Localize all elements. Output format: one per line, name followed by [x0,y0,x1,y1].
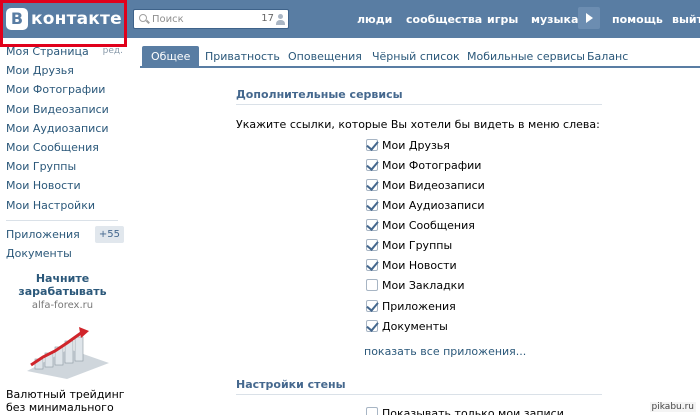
sidebar-item-news[interactable]: Мои Новости [0,176,125,195]
checkbox-label: Мои Аудиозаписи [382,198,485,212]
search-count: 17 [261,13,274,24]
ad-body-line: без минимального [6,401,114,414]
tab-privacy[interactable]: Приватность [205,46,280,68]
checkbox-label: Мои Фотографии [382,158,482,172]
sidebar-item-documents[interactable]: Документы [0,244,125,263]
sidebar-item-messages[interactable]: Мои Сообщения [0,138,125,157]
option-news[interactable]: Мои Новости [366,257,457,273]
nav-communities[interactable]: сообщества [406,13,482,26]
checkbox-checked[interactable] [366,259,378,271]
sidebar-ad[interactable]: Начните зарабатывать alfa-forex.ru Валют… [0,272,125,414]
sidebar-divider [6,219,118,221]
option-apps[interactable]: Приложения [366,298,456,314]
option-documents[interactable]: Документы [366,318,448,334]
sidebar-item-label: Приложения [6,227,80,241]
settings-tabs: Общее Приватность Оповещения Чёрный спис… [140,46,700,68]
search-box[interactable]: 17 [133,9,289,29]
show-all-apps-link[interactable]: показать все приложения... [364,345,526,358]
sidebar-item-settings[interactable]: Мои Настройки [0,196,125,215]
option-videos[interactable]: Мои Видеозаписи [366,177,485,193]
sidebar-edit-link[interactable]: ред. [103,42,123,61]
ad-body-line: Валютный трейдинг [6,388,125,401]
top-header: В контакте 17 люди сообщества игры музык… [0,0,700,38]
checkbox-unchecked[interactable] [366,407,378,415]
sidebar-item-videos[interactable]: Мои Видеозаписи [0,100,125,119]
sidebar-item-photos[interactable]: Мои Фотографии [0,80,125,99]
vk-logo[interactable]: В контакте [6,6,122,32]
sidebar-item-friends[interactable]: Мои Друзья [0,61,125,80]
nav-help[interactable]: помощь [612,13,663,26]
checkbox-label: Мои Сообщения [382,218,475,232]
sidebar-item-my-page[interactable]: Моя Страница ред. [0,42,125,61]
ad-title-line: зарабатывать [18,285,107,298]
checkbox-label: Мои Группы [382,238,453,252]
checkbox-checked[interactable] [366,199,378,211]
option-bookmarks[interactable]: Мои Закладки [366,277,464,293]
play-icon[interactable] [578,7,600,29]
checkbox-checked[interactable] [366,239,378,251]
option-friends[interactable]: Мои Друзья [366,137,450,153]
nav-people[interactable]: люди [357,13,392,26]
sidebar-item-audio[interactable]: Мои Аудиозаписи [0,119,125,138]
ad-title: Начните зарабатывать [0,272,125,298]
tab-notifications[interactable]: Оповещения [288,46,362,68]
checkbox-checked[interactable] [366,139,378,151]
checkbox-checked[interactable] [366,219,378,231]
tab-mobile-services[interactable]: Мобильные сервисы [467,46,585,68]
checkbox-checked[interactable] [366,159,378,171]
tab-blacklist[interactable]: Чёрный список [372,46,460,68]
checkbox-checked[interactable] [366,179,378,191]
option-messages[interactable]: Мои Сообщения [366,217,475,233]
checkbox-label: Мои Друзья [382,138,450,152]
checkbox-label: Документы [382,319,448,333]
logo-text: контакте [31,9,122,29]
ad-domain: alfa-forex.ru [31,300,94,311]
ad-chart-image [26,327,109,379]
search-input[interactable] [152,13,252,25]
checkbox-label: Показывать только мои записи [382,406,564,415]
nav-music[interactable]: музыка [531,13,578,26]
checkbox-checked[interactable] [366,320,378,332]
option-wall-only-mine[interactable]: Показывать только мои записи [366,405,564,415]
sidebar-item-groups[interactable]: Мои Группы [0,157,125,176]
nav-exit[interactable]: выйти [672,13,700,26]
checkbox-label: Мои Закладки [382,278,465,292]
person-icon [276,14,285,25]
checkbox-label: Приложения [382,299,456,313]
section-title-extra-services: Дополнительные сервисы [236,88,403,101]
apps-count-badge[interactable]: +55 [94,225,124,243]
section-divider [236,394,602,395]
section-divider [236,104,602,105]
checkbox-checked[interactable] [366,300,378,312]
logo-badge: В [6,8,28,30]
checkbox-unchecked[interactable] [366,279,378,291]
source-watermark: pikabu.ru [649,402,696,412]
ad-title-line: Начните [35,272,90,285]
checkbox-label: Мои Новости [382,258,457,272]
tab-general[interactable]: Общее [142,46,200,68]
search-icon [136,10,152,28]
ad-body: Валютный трейдинг без минимального [0,388,125,414]
option-photos[interactable]: Мои Фотографии [366,157,481,173]
nav-games[interactable]: игры [487,13,518,26]
left-sidebar: Моя Страница ред. Мои Друзья Мои Фотогра… [0,42,125,263]
sidebar-item-apps[interactable]: Приложения +55 [0,225,125,244]
tab-balance[interactable]: Баланс [587,46,628,68]
checkbox-label: Мои Видеозаписи [382,178,485,192]
menu-hint-text: Укажите ссылки, которые Вы хотели бы вид… [236,118,600,131]
option-groups[interactable]: Мои Группы [366,237,452,253]
section-title-wall-settings: Настройки стены [236,378,346,391]
sidebar-item-label: Моя Страница [6,45,89,58]
option-audio[interactable]: Мои Аудиозаписи [366,197,485,213]
